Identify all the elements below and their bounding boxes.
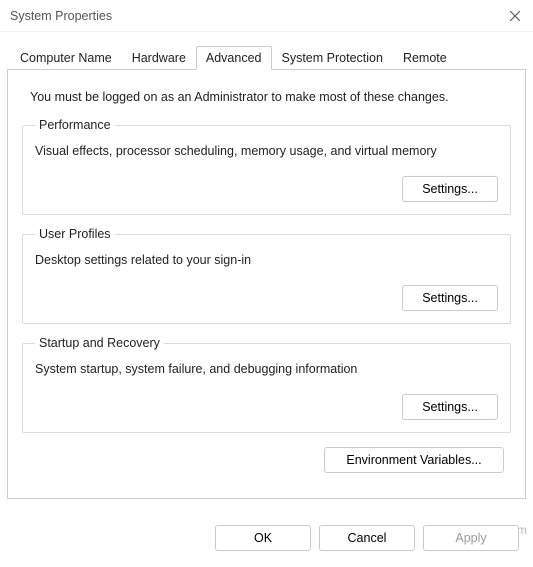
apply-button[interactable]: Apply <box>423 525 519 551</box>
environment-variables-button[interactable]: Environment Variables... <box>324 447 504 473</box>
performance-settings-button[interactable]: Settings... <box>402 176 498 202</box>
window-title: System Properties <box>10 9 112 23</box>
desc-performance: Visual effects, processor scheduling, me… <box>35 144 498 158</box>
tab-system-protection[interactable]: System Protection <box>272 46 393 70</box>
legend-startup-recovery: Startup and Recovery <box>35 336 164 350</box>
row-env-vars: Environment Variables... <box>22 447 504 473</box>
ok-button[interactable]: OK <box>215 525 311 551</box>
legend-user-profiles: User Profiles <box>35 227 115 241</box>
row-user-profiles-button: Settings... <box>35 285 498 311</box>
startup-recovery-settings-button[interactable]: Settings... <box>402 394 498 420</box>
titlebar: System Properties <box>0 0 533 32</box>
group-user-profiles: User Profiles Desktop settings related t… <box>22 227 511 324</box>
tab-computer-name[interactable]: Computer Name <box>10 46 122 70</box>
cancel-button[interactable]: Cancel <box>319 525 415 551</box>
close-icon[interactable] <box>505 6 525 26</box>
desc-user-profiles: Desktop settings related to your sign-in <box>35 253 498 267</box>
dialog-footer: OK Cancel Apply <box>201 525 533 551</box>
admin-notice: You must be logged on as an Administrato… <box>30 90 511 104</box>
user-profiles-settings-button[interactable]: Settings... <box>402 285 498 311</box>
tab-strip: Computer Name Hardware Advanced System P… <box>0 32 533 70</box>
tab-advanced[interactable]: Advanced <box>196 46 272 70</box>
tab-remote[interactable]: Remote <box>393 46 457 70</box>
row-performance-button: Settings... <box>35 176 498 202</box>
row-startup-recovery-button: Settings... <box>35 394 498 420</box>
legend-performance: Performance <box>35 118 115 132</box>
group-startup-recovery: Startup and Recovery System startup, sys… <box>22 336 511 433</box>
tab-panel-advanced: You must be logged on as an Administrato… <box>7 69 526 499</box>
tab-hardware[interactable]: Hardware <box>122 46 196 70</box>
desc-startup-recovery: System startup, system failure, and debu… <box>35 362 498 376</box>
group-performance: Performance Visual effects, processor sc… <box>22 118 511 215</box>
